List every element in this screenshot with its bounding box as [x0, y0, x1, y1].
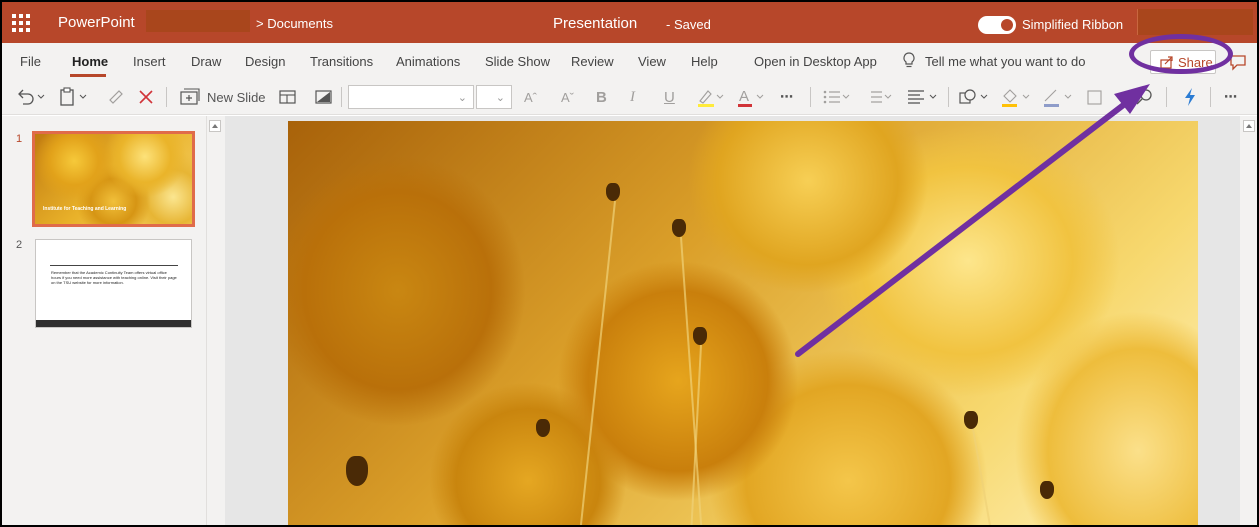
thumbnail-2-footer-bar — [36, 320, 191, 327]
slide-thumbnail-1[interactable]: Institute for Teaching and Learning — [32, 131, 195, 227]
redacted-region — [146, 10, 250, 32]
thumbnail-1-caption: Institute for Teaching and Learning — [43, 206, 127, 212]
svg-text:A: A — [739, 88, 749, 105]
arrange-icon[interactable] — [1085, 86, 1105, 108]
slide-thumbnail-2[interactable]: Remember that the Academic Continuity Te… — [35, 239, 192, 328]
reset-slide-icon[interactable] — [314, 86, 334, 108]
tab-file[interactable]: File — [20, 54, 41, 69]
more-options-button[interactable]: ⋯ — [1224, 86, 1237, 108]
ribbon-tabs: File Home Insert Draw Design Transitions… — [2, 43, 1257, 79]
pane-splitter[interactable] — [206, 116, 225, 525]
ribbon-toolbar: New Slide ⌄ ⌄ Aˆ Aˇ B I U A ⋯ ⋯ — [2, 79, 1257, 115]
slide-balloons-image[interactable] — [288, 121, 1198, 525]
format-painter-icon[interactable] — [106, 86, 126, 108]
find-search-icon[interactable] — [1134, 86, 1156, 108]
paste-icon[interactable] — [58, 86, 92, 108]
shape-fill-icon[interactable] — [999, 86, 1033, 108]
shapes-icon[interactable] — [957, 86, 991, 108]
tab-slide-show[interactable]: Slide Show — [485, 54, 550, 69]
canvas-scrollbar[interactable] — [1240, 116, 1257, 525]
tell-me-search[interactable]: Tell me what you want to do — [925, 54, 1085, 69]
active-tab-indicator — [70, 74, 106, 77]
underline-button[interactable]: U — [664, 86, 675, 108]
designer-icon[interactable] — [1180, 86, 1200, 108]
shape-outline-icon[interactable] — [1041, 86, 1075, 108]
tab-animations[interactable]: Animations — [396, 54, 460, 69]
numbering-icon[interactable] — [864, 86, 894, 108]
lightbulb-icon — [903, 52, 915, 68]
slide-number-2: 2 — [16, 239, 23, 251]
new-slide-button[interactable]: New Slide — [207, 86, 266, 108]
app-window: PowerPoint > Documents Presentation - Sa… — [0, 0, 1259, 527]
new-slide-icon[interactable] — [179, 86, 201, 108]
font-color-icon[interactable]: A — [736, 86, 766, 108]
more-font-options[interactable]: ⋯ — [780, 86, 793, 108]
thumbnails-scroll-up[interactable] — [209, 120, 221, 132]
tab-home[interactable]: Home — [72, 54, 108, 69]
breadcrumb[interactable]: > Documents — [256, 16, 333, 31]
open-in-desktop-app[interactable]: Open in Desktop App — [754, 54, 877, 69]
annotation-circle — [1129, 34, 1233, 74]
tab-insert[interactable]: Insert — [133, 54, 166, 69]
document-title[interactable]: Presentation — [553, 15, 637, 32]
save-status: - Saved — [666, 17, 711, 32]
tab-view[interactable]: View — [638, 54, 666, 69]
grow-font-button[interactable]: Aˆ — [524, 86, 537, 108]
app-name[interactable]: PowerPoint — [58, 14, 135, 31]
highlight-icon[interactable] — [696, 86, 726, 108]
simplified-ribbon-label: Simplified Ribbon — [1022, 17, 1124, 32]
undo-icon[interactable] — [16, 86, 46, 108]
slide-number-1: 1 — [16, 133, 23, 145]
layout-icon[interactable] — [278, 86, 298, 108]
title-bar: PowerPoint > Documents Presentation - Sa… — [2, 2, 1257, 43]
font-size-dropdown[interactable]: ⌄ — [476, 85, 512, 109]
tab-transitions[interactable]: Transitions — [310, 54, 373, 69]
bold-button[interactable]: B — [596, 86, 607, 108]
redacted-account-region — [1137, 9, 1253, 35]
font-name-dropdown[interactable]: ⌄ — [348, 85, 474, 109]
thumbnail-2-rule — [50, 265, 178, 266]
tab-design[interactable]: Design — [245, 54, 285, 69]
shrink-font-button[interactable]: Aˇ — [561, 86, 574, 108]
tab-review[interactable]: Review — [571, 54, 614, 69]
delete-icon[interactable] — [136, 86, 156, 108]
italic-button[interactable]: I — [630, 86, 635, 108]
app-launcher-icon[interactable] — [10, 12, 30, 32]
align-icon[interactable] — [906, 86, 940, 108]
tab-draw[interactable]: Draw — [191, 54, 221, 69]
simplified-ribbon-toggle[interactable] — [978, 16, 1016, 34]
tab-help[interactable]: Help — [691, 54, 718, 69]
thumbnail-2-text: Remember that the Academic Continuity Te… — [51, 270, 177, 285]
bullets-icon[interactable] — [822, 86, 852, 108]
